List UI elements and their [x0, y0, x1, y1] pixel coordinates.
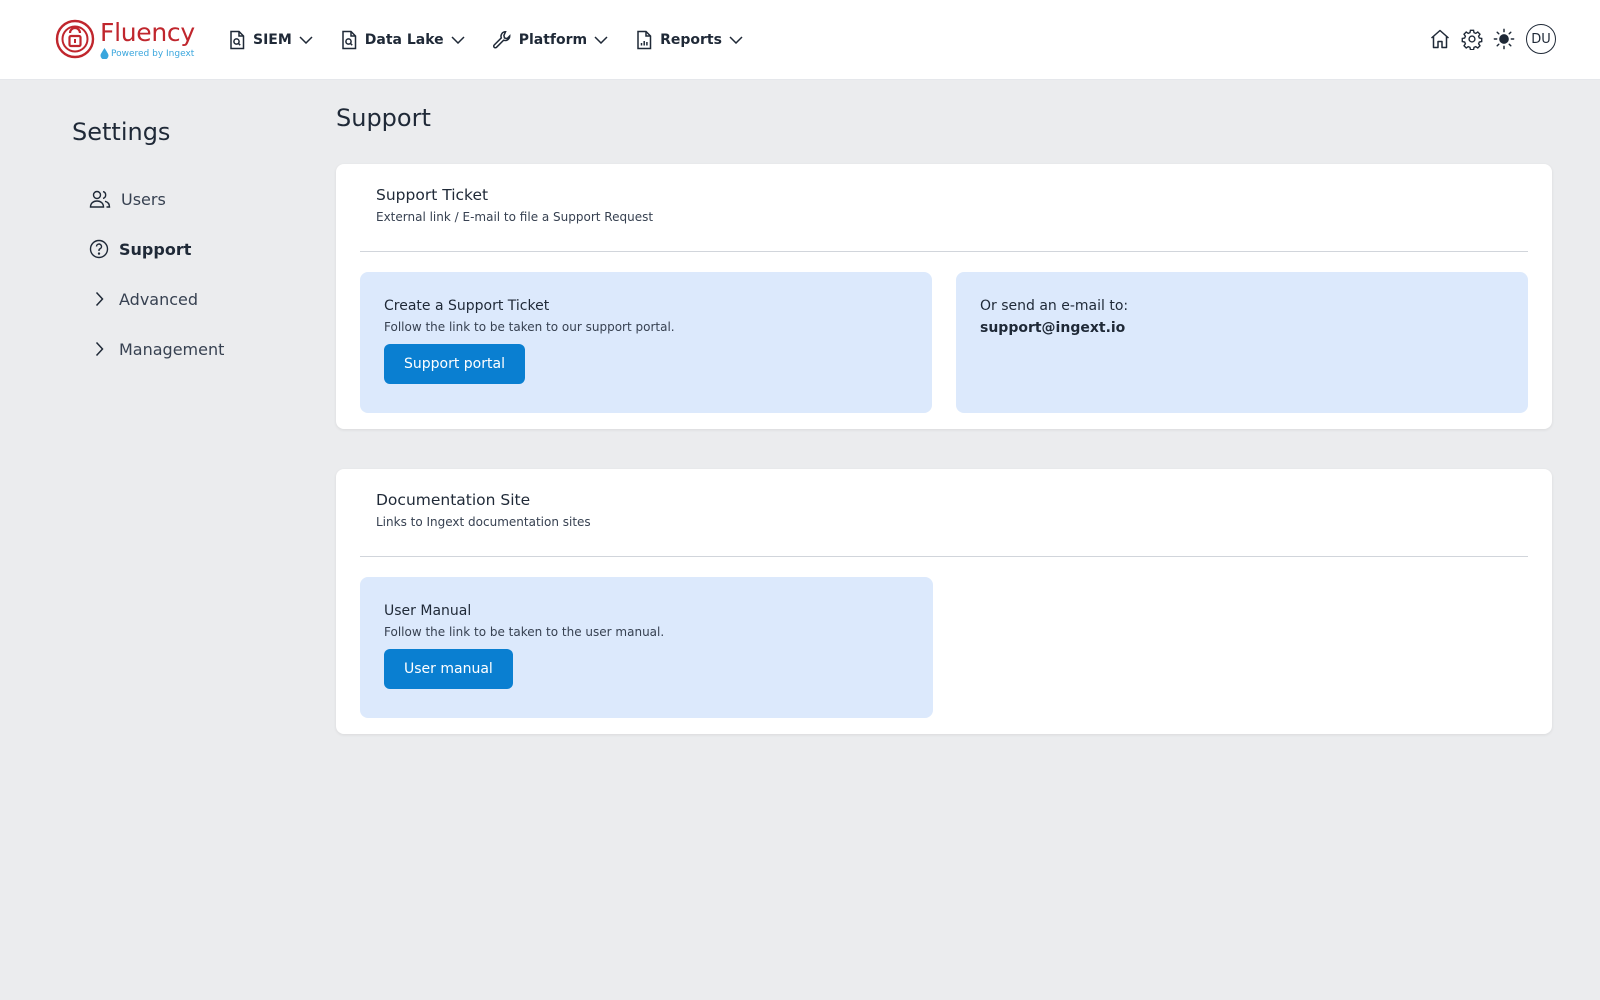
user-avatar[interactable]: DU — [1526, 24, 1556, 54]
header-actions: DU — [1428, 24, 1556, 54]
user-manual-tile: User Manual Follow the link to be taken … — [360, 577, 933, 718]
sidebar-item-management[interactable]: Management — [72, 324, 312, 374]
brand-name: Fluency — [100, 18, 195, 47]
sidebar-item-label: Support — [119, 239, 192, 259]
nav-data-lake[interactable]: Data Lake — [340, 30, 465, 50]
settings-sidebar: Settings Users Support Advanced Manageme… — [72, 118, 312, 374]
home-icon — [1431, 29, 1449, 49]
card-subtitle: External link / E-mail to file a Support… — [376, 210, 654, 224]
chevron-down-icon — [729, 36, 743, 44]
create-ticket-tile: Create a Support Ticket Follow the link … — [360, 272, 932, 413]
sun-icon — [1493, 28, 1515, 50]
document-search-icon — [230, 30, 245, 50]
help-circle-icon — [89, 239, 109, 259]
email-label: Or send an e-mail to: — [980, 298, 1129, 314]
home-button[interactable] — [1428, 27, 1452, 51]
theme-toggle-button[interactable] — [1492, 27, 1516, 51]
nav-reports-label: Reports — [660, 32, 722, 48]
card-header: Documentation Site Links to Ingext docum… — [360, 485, 1528, 557]
card-body: Create a Support Ticket Follow the link … — [360, 272, 1528, 413]
sidebar-item-users[interactable]: Users — [72, 174, 312, 224]
support-ticket-card: Support Ticket External link / E-mail to… — [336, 164, 1552, 429]
gear-icon — [1461, 29, 1483, 50]
card-subtitle: Links to Ingext documentation sites — [376, 515, 591, 529]
tile-title: Create a Support Ticket — [384, 298, 550, 314]
sidebar-item-label: Management — [119, 339, 225, 359]
droplet-icon — [100, 48, 109, 59]
chevron-down-icon — [451, 36, 465, 44]
card-header: Support Ticket External link / E-mail to… — [360, 180, 1528, 252]
fluency-logo-icon — [55, 19, 95, 59]
sidebar-item-support[interactable]: Support — [72, 224, 312, 274]
nav-platform[interactable]: Platform — [492, 30, 608, 50]
documentation-card: Documentation Site Links to Ingext docum… — [336, 469, 1552, 734]
report-chart-icon — [637, 30, 652, 50]
top-navigation-bar: Fluency Powered by Ingext SIEM Data Lake… — [0, 0, 1600, 80]
fluency-logo[interactable]: Fluency Powered by Ingext — [55, 18, 195, 63]
brand-tagline: Powered by Ingext — [100, 48, 194, 59]
tile-subtitle: Follow the link to be taken to our suppo… — [384, 320, 675, 334]
nav-reports[interactable]: Reports — [635, 30, 743, 50]
card-body: User Manual Follow the link to be taken … — [360, 577, 1528, 718]
tile-title: User Manual — [384, 603, 472, 619]
main-nav: SIEM Data Lake Platform Reports — [228, 25, 770, 55]
nav-siem[interactable]: SIEM — [228, 30, 313, 50]
card-title: Documentation Site — [376, 491, 531, 509]
sidebar-item-label: Advanced — [119, 289, 199, 309]
user-manual-button[interactable]: User manual — [384, 649, 513, 689]
card-title: Support Ticket — [376, 186, 489, 204]
document-search-icon — [342, 30, 357, 50]
sidebar-item-label: Users — [121, 189, 166, 209]
tile-subtitle: Follow the link to be taken to the user … — [384, 625, 665, 639]
support-portal-button[interactable]: Support portal — [384, 344, 525, 384]
wrench-icon — [492, 31, 511, 49]
chevron-right-icon — [95, 341, 104, 357]
main-content: Support Support Ticket External link / E… — [336, 100, 1552, 774]
page-title: Support — [336, 104, 431, 132]
nav-data-lake-label: Data Lake — [364, 32, 444, 48]
chevron-down-icon — [299, 36, 313, 44]
sidebar-title: Settings — [72, 118, 171, 146]
nav-siem-label: SIEM — [253, 32, 292, 48]
chevron-down-icon — [594, 36, 608, 44]
settings-button[interactable] — [1460, 27, 1484, 51]
sidebar-item-advanced[interactable]: Advanced — [72, 274, 312, 324]
users-icon — [89, 190, 111, 208]
email-tile: Or send an e-mail to: support@ingext.io — [956, 272, 1528, 413]
support-email[interactable]: support@ingext.io — [980, 320, 1504, 336]
brand-tagline-text: Powered by Ingext — [111, 48, 195, 59]
chevron-right-icon — [95, 291, 104, 307]
nav-platform-label: Platform — [518, 32, 588, 48]
